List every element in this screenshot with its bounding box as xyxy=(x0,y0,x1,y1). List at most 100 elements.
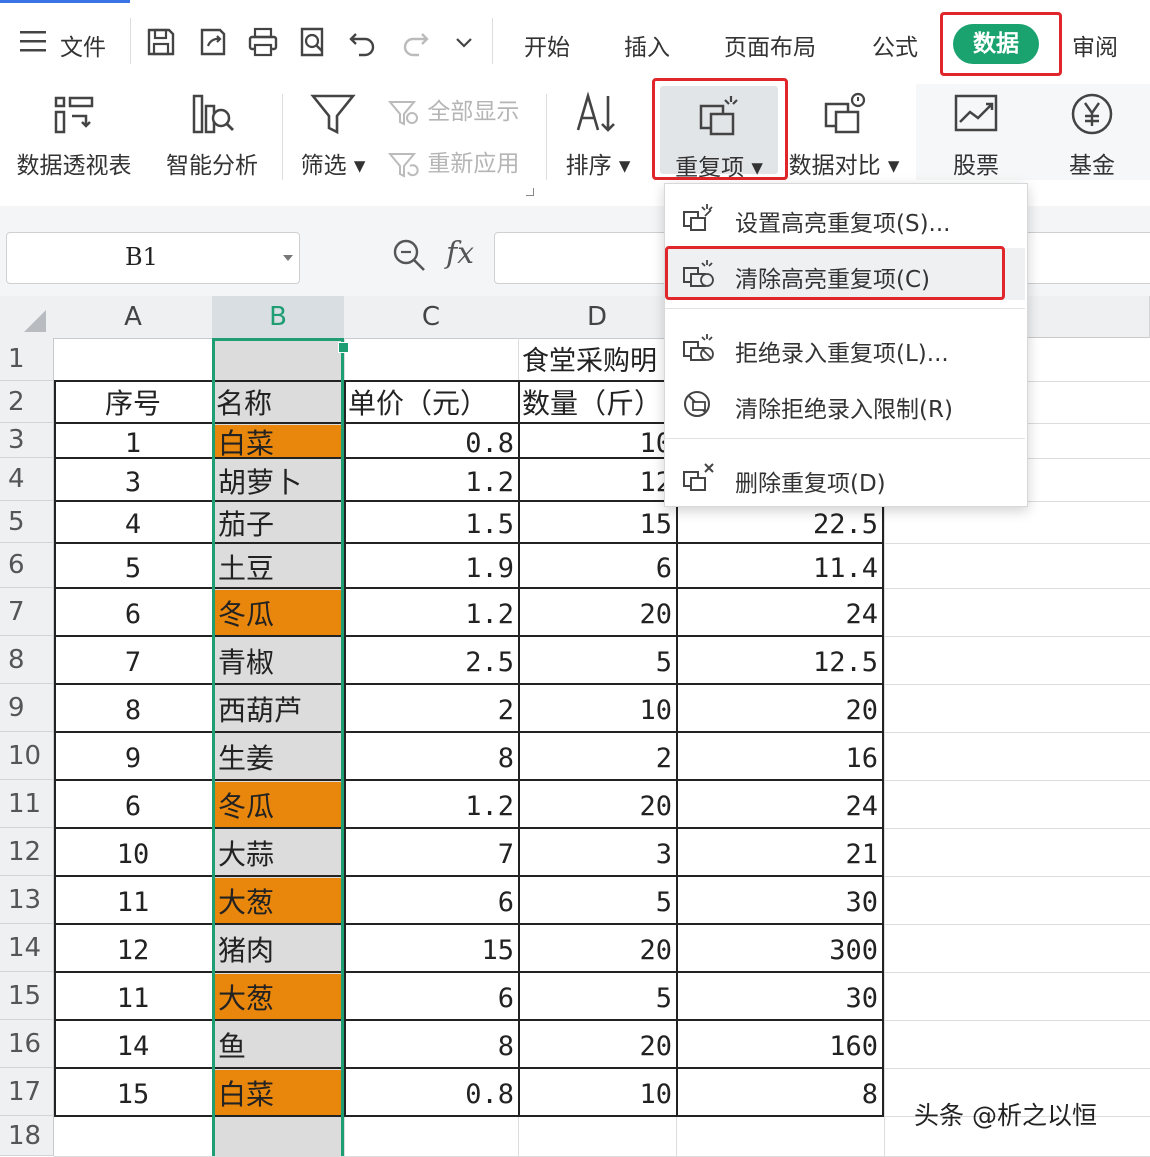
header-price[interactable]: 单价（元） xyxy=(348,384,514,424)
table-cell-price[interactable]: 7 xyxy=(344,828,514,876)
redo-icon[interactable] xyxy=(400,26,430,58)
table-cell-name[interactable]: 白菜 xyxy=(218,1068,342,1116)
table-cell-name[interactable]: 白菜 xyxy=(218,423,342,458)
data-compare-button[interactable]: 数据对比 ▾ xyxy=(788,84,900,194)
row-header[interactable]: 9 xyxy=(0,684,54,732)
table-cell-total[interactable]: 24 xyxy=(676,780,878,828)
table-cell-name[interactable]: 鱼 xyxy=(218,1020,342,1068)
table-cell-seq[interactable]: 5 xyxy=(54,543,212,588)
table-cell-price[interactable]: 1.2 xyxy=(344,458,514,501)
name-box-dropdown-icon[interactable] xyxy=(283,255,293,261)
header-qty[interactable]: 数量（斤） xyxy=(522,384,672,424)
table-cell-total[interactable]: 22.5 xyxy=(676,501,878,543)
table-cell-seq[interactable]: 15 xyxy=(54,1068,212,1116)
table-cell-total[interactable]: 8 xyxy=(676,1068,878,1116)
table-cell-price[interactable]: 1.2 xyxy=(344,588,514,636)
table-cell-price[interactable]: 1.2 xyxy=(344,780,514,828)
table-cell-qty[interactable]: 6 xyxy=(518,543,672,588)
print-preview-icon[interactable] xyxy=(298,26,328,58)
file-menu[interactable]: 文件 xyxy=(60,28,106,62)
pivot-table-button[interactable]: 数据透视表 xyxy=(6,84,142,194)
table-cell-qty[interactable]: 15 xyxy=(518,501,672,543)
select-all-corner[interactable] xyxy=(0,296,55,339)
hamburger-icon[interactable] xyxy=(20,30,46,52)
undo-icon[interactable] xyxy=(348,26,378,58)
row-header[interactable]: 17 xyxy=(0,1068,54,1116)
smart-analysis-button[interactable]: 智能分析 xyxy=(150,84,274,194)
table-cell-price[interactable]: 0.8 xyxy=(344,423,514,458)
table-cell-seq[interactable]: 1 xyxy=(54,423,212,458)
table-cell-seq[interactable]: 7 xyxy=(54,636,212,684)
table-cell-seq[interactable]: 9 xyxy=(54,732,212,780)
row-header[interactable]: 2 xyxy=(0,381,54,423)
reapply-button[interactable]: 重新应用 xyxy=(387,144,519,180)
sheet-title[interactable]: 食堂采购明 xyxy=(522,342,672,382)
column-header[interactable]: C xyxy=(344,296,519,339)
table-cell-total[interactable]: 30 xyxy=(676,876,878,924)
table-cell-price[interactable]: 6 xyxy=(344,876,514,924)
table-cell-qty[interactable]: 3 xyxy=(518,828,672,876)
column-header[interactable]: A xyxy=(54,296,213,339)
table-cell-price[interactable]: 8 xyxy=(344,732,514,780)
row-header[interactable]: 5 xyxy=(0,501,54,543)
table-cell-total[interactable]: 21 xyxy=(676,828,878,876)
row-header[interactable]: 14 xyxy=(0,924,54,972)
tab-insert[interactable]: 插入 xyxy=(624,28,670,62)
table-cell-name[interactable]: 生姜 xyxy=(218,732,342,780)
table-cell-price[interactable]: 8 xyxy=(344,1020,514,1068)
table-cell-total[interactable]: 11.4 xyxy=(676,543,878,588)
table-cell-name[interactable]: 大葱 xyxy=(218,972,342,1020)
table-cell-name[interactable]: 大葱 xyxy=(218,876,342,924)
table-cell-total[interactable]: 300 xyxy=(676,924,878,972)
table-cell-qty[interactable]: 5 xyxy=(518,876,672,924)
row-header[interactable]: 13 xyxy=(0,876,54,924)
fill-handle[interactable] xyxy=(338,342,349,353)
save-icon[interactable] xyxy=(146,26,176,58)
table-cell-name[interactable]: 西葫芦 xyxy=(218,684,342,732)
row-header[interactable]: 18 xyxy=(0,1116,54,1156)
tab-page-layout[interactable]: 页面布局 xyxy=(724,28,816,62)
table-cell-qty[interactable]: 10 xyxy=(518,1068,672,1116)
tab-formulas[interactable]: 公式 xyxy=(872,28,918,62)
table-cell-name[interactable]: 青椒 xyxy=(218,636,342,684)
menu-item-reject-duplicates[interactable]: 拒绝录入重复项(L)... xyxy=(665,322,1025,374)
table-cell-price[interactable]: 1.5 xyxy=(344,501,514,543)
export-icon[interactable] xyxy=(198,26,228,58)
table-cell-total[interactable]: 16 xyxy=(676,732,878,780)
table-cell-price[interactable]: 2.5 xyxy=(344,636,514,684)
column-header[interactable]: B xyxy=(212,296,345,339)
table-cell-name[interactable]: 冬瓜 xyxy=(218,588,342,636)
table-cell-total[interactable]: 20 xyxy=(676,684,878,732)
table-cell-price[interactable]: 1.9 xyxy=(344,543,514,588)
table-cell-price[interactable]: 0.8 xyxy=(344,1068,514,1116)
menu-item-remove-duplicates[interactable]: 删除重复项(D) xyxy=(665,452,1025,504)
column-header[interactable]: D xyxy=(518,296,677,339)
table-cell-qty[interactable]: 20 xyxy=(518,1020,672,1068)
table-cell-seq[interactable]: 10 xyxy=(54,828,212,876)
table-cell-qty[interactable]: 10 xyxy=(518,423,672,458)
table-cell-seq[interactable]: 6 xyxy=(54,588,212,636)
table-cell-name[interactable]: 大蒜 xyxy=(218,828,342,876)
table-cell-name[interactable]: 猪肉 xyxy=(218,924,342,972)
table-cell-total[interactable]: 30 xyxy=(676,972,878,1020)
sort-button[interactable]: 排序 ▾ xyxy=(558,84,638,194)
table-cell-seq[interactable]: 3 xyxy=(54,458,212,501)
row-header[interactable]: 10 xyxy=(0,732,54,780)
table-cell-seq[interactable]: 8 xyxy=(54,684,212,732)
table-cell-seq[interactable]: 12 xyxy=(54,924,212,972)
table-cell-qty[interactable]: 5 xyxy=(518,972,672,1020)
fund-button[interactable]: 基金 xyxy=(1046,84,1138,194)
zoom-icon[interactable] xyxy=(392,238,428,274)
table-cell-qty[interactable]: 20 xyxy=(518,780,672,828)
table-cell-name[interactable]: 土豆 xyxy=(218,543,342,588)
header-seq[interactable]: 序号 xyxy=(58,384,208,424)
tab-home[interactable]: 开始 xyxy=(524,28,570,62)
table-cell-qty[interactable]: 5 xyxy=(518,636,672,684)
dialog-launcher-icon[interactable] xyxy=(526,188,534,196)
table-cell-qty[interactable]: 2 xyxy=(518,732,672,780)
table-cell-seq[interactable]: 11 xyxy=(54,876,212,924)
table-cell-seq[interactable]: 11 xyxy=(54,972,212,1020)
row-header[interactable]: 16 xyxy=(0,1020,54,1068)
table-cell-price[interactable]: 2 xyxy=(344,684,514,732)
row-header[interactable]: 6 xyxy=(0,543,54,588)
